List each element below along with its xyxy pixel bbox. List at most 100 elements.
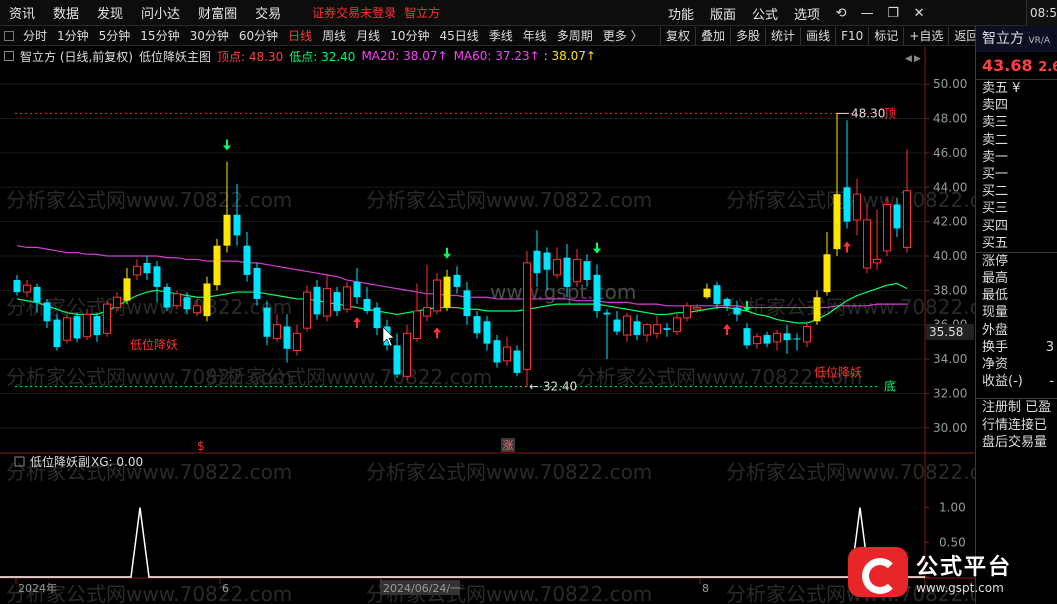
candle-body: [653, 324, 661, 334]
chart-menu-icon[interactable]: [4, 51, 14, 61]
menu-item-data[interactable]: 数据: [44, 3, 88, 22]
candle-body: [773, 332, 781, 343]
info-row: 盘后交易量: [982, 434, 1048, 450]
menu-item-layout[interactable]: 版面: [702, 4, 744, 23]
watermark-gspt: www.gspt.com: [490, 280, 636, 304]
menu-item-news[interactable]: 资讯: [0, 3, 44, 22]
candle-body: [703, 288, 711, 298]
candle-body: [853, 193, 861, 221]
minimize-icon[interactable]: —: [854, 6, 880, 21]
period-quarterly[interactable]: 季线: [484, 27, 518, 44]
indicator-name[interactable]: 低位降妖主图: [139, 48, 211, 65]
restore-icon[interactable]: ❐: [880, 6, 906, 21]
stat-row: 收益(-) -: [982, 374, 1054, 390]
period-daily[interactable]: 日线: [283, 27, 317, 44]
period-45day[interactable]: 45日线: [434, 27, 483, 44]
close-icon[interactable]: ✕: [906, 6, 932, 21]
buy-arrow-icon: [723, 323, 731, 335]
candle-body: [363, 298, 371, 311]
candle-body: [883, 203, 891, 252]
layout-toggle-icon[interactable]: [4, 30, 14, 41]
candle-body: [133, 265, 141, 276]
info-row: 注册制 已盈: [982, 400, 1052, 416]
trade-login-warning[interactable]: 证券交易未登录: [312, 4, 396, 21]
tool-draw-line[interactable]: 画线: [800, 27, 835, 45]
menu-item-ask[interactable]: 问小达: [132, 3, 189, 22]
menu-item-wealth[interactable]: 财富圈: [189, 3, 246, 22]
sell-arrow-icon: [443, 247, 451, 259]
period-15min[interactable]: 15分钟: [135, 27, 184, 44]
tool-f10[interactable]: F10: [835, 27, 868, 45]
xg-signal-line: [0, 507, 925, 578]
menu-item-formula[interactable]: 公式: [744, 4, 786, 23]
candle-body: [93, 316, 101, 336]
tool-mark[interactable]: 标记: [868, 27, 903, 45]
period-5min[interactable]: 5分钟: [94, 27, 136, 44]
candle-body: [373, 307, 381, 329]
candle-body: [593, 274, 601, 311]
tool-add-watchlist[interactable]: +自选: [903, 27, 948, 45]
kline-chart[interactable]: 30.0032.0034.0036.0038.0040.0042.0044.00…: [0, 47, 975, 603]
candle-body: [403, 332, 411, 377]
candle-body: [763, 335, 771, 344]
order-book: 卖五 ¥ 卖四 卖三 卖二 卖一 买一 买二 买三 买四 买五: [976, 80, 1057, 252]
menu-item-discover[interactable]: 发现: [88, 3, 132, 22]
order-row: 买一: [982, 166, 1009, 182]
top-tag: 顶: [884, 106, 896, 120]
mark-s: $: [197, 439, 205, 453]
period-monthly[interactable]: 月线: [351, 27, 385, 44]
period-weekly[interactable]: 周线: [317, 27, 351, 44]
candle-body: [693, 307, 701, 310]
peak-price-label: 48.30: [851, 106, 885, 120]
candle-body: [573, 258, 581, 283]
candle-body: [473, 316, 481, 334]
candle-body: [193, 305, 201, 314]
order-row: 买五: [982, 235, 1009, 251]
buy-arrow-icon: [433, 327, 441, 339]
period-60min[interactable]: 60分钟: [234, 27, 283, 44]
candle-body: [753, 336, 761, 345]
candle-body: [253, 268, 261, 299]
quote-stock-name[interactable]: 智立方 VR/A: [976, 26, 1057, 52]
x-tick-label: 2024/06/24/一: [383, 582, 461, 595]
tool-overlay[interactable]: 叠加: [695, 27, 730, 45]
candle-body: [543, 252, 551, 270]
quote-name-suffix: VR/A: [1028, 36, 1051, 46]
candle-body: [493, 340, 501, 363]
candle-body: [843, 187, 851, 222]
logo-title: 公式平台: [916, 555, 1013, 580]
info-row: 行情连接已: [982, 417, 1048, 433]
refresh-icon[interactable]: ⟲: [828, 6, 854, 21]
period-more[interactable]: 更多 〉: [598, 27, 648, 44]
candle-body: [503, 346, 511, 362]
candle-body: [343, 286, 351, 310]
tool-stats[interactable]: 统计: [765, 27, 800, 45]
period-30min[interactable]: 30分钟: [185, 27, 234, 44]
period-multi[interactable]: 多周期: [552, 27, 598, 44]
candle-body: [813, 297, 821, 322]
period-1min[interactable]: 1分钟: [52, 27, 94, 44]
period-intraday[interactable]: 分时: [18, 27, 52, 44]
y-tick-label: 42.00: [933, 215, 967, 229]
period-yearly[interactable]: 年线: [518, 27, 552, 44]
candle-body: [463, 290, 471, 317]
period-10min[interactable]: 10分钟: [385, 27, 434, 44]
app-window: 资讯 数据 发现 问小达 财富圈 交易 证券交易未登录 智立方 功能 版面 公式…: [0, 0, 1057, 604]
menu-item-options[interactable]: 选项: [786, 4, 828, 23]
menu-item-trade[interactable]: 交易: [246, 3, 290, 22]
candle-body: [803, 325, 811, 343]
order-row: 买四: [982, 218, 1009, 234]
order-row: 买二: [982, 184, 1009, 200]
stat-row: 最低: [982, 288, 1009, 304]
tool-multi-stock[interactable]: 多股: [730, 27, 765, 45]
sub-indicator-name: 低位降妖副: [30, 454, 90, 469]
candle-body: [733, 307, 741, 315]
tool-adjust[interactable]: 复权: [660, 27, 695, 45]
candle-body: [323, 288, 331, 317]
watermark-text: 分析家公式网www.70822.com: [6, 188, 292, 212]
candle-body: [443, 276, 451, 308]
watermark-text: 分析家公式网www.70822.com: [726, 460, 975, 484]
buy-arrow-icon: [843, 241, 851, 253]
low-point-label: 低点: 32.40: [289, 49, 356, 64]
menu-item-function[interactable]: 功能: [660, 4, 702, 23]
